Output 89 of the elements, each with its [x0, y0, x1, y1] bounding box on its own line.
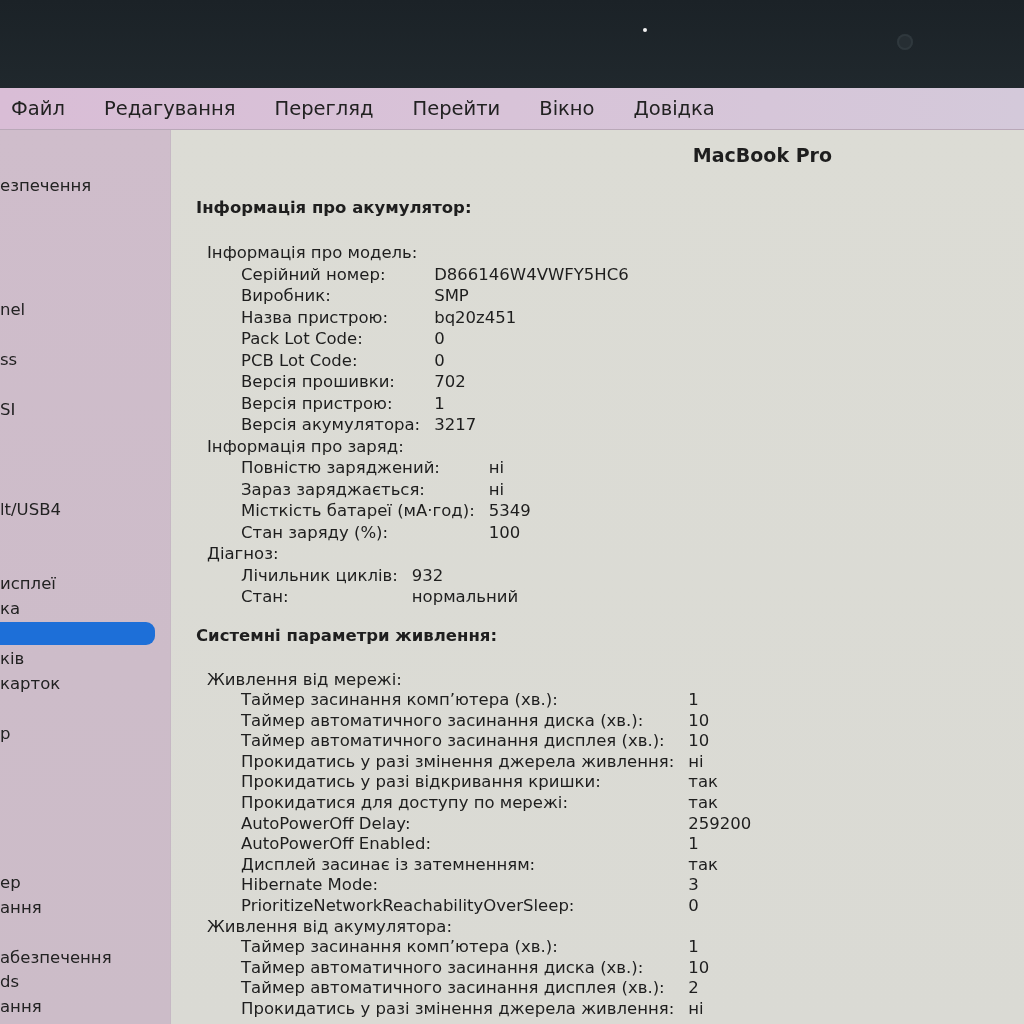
group-title: Діагноз: — [207, 544, 279, 563]
row-value: 0 — [434, 328, 445, 350]
row-value: 1 — [688, 937, 699, 958]
row-label: Стан заряду (%): — [241, 521, 389, 543]
row-label: AutoPowerOff Enabled: — [241, 834, 432, 855]
row-label: Виробник: — [241, 285, 331, 307]
section-heading: Інформація про акумулятор: — [196, 198, 472, 217]
section-heading: Системні параметри живлення: — [196, 625, 498, 645]
sidebar-item[interactable]: исплеї — [0, 572, 155, 596]
row-label: AutoPowerOff Delay: — [241, 813, 411, 835]
device-title: MacBook Pro — [692, 143, 832, 167]
row-label: Hibernate Mode: — [241, 875, 379, 897]
sidebar-item[interactable]: ків — [0, 646, 155, 670]
menu-item[interactable]: Редагування — [103, 95, 236, 122]
sidebar-item[interactable]: р — [0, 721, 155, 745]
sidebar-item[interactable]: езпечення — [0, 173, 155, 197]
row-label: Таймер автоматичного засинання дисплея (хв.): — [241, 731, 665, 752]
row-value: 932 — [411, 564, 444, 586]
sidebar-item[interactable]: ання — [0, 895, 155, 919]
row-label: Версія пристрою: — [241, 392, 393, 414]
row-label: PCB Lot Code: — [241, 349, 358, 371]
sidebar-item[interactable]: ка — [0, 597, 155, 621]
row-value: ні — [488, 457, 505, 479]
menu-item[interactable]: Файл — [11, 95, 65, 122]
row-label: Прокидатись у разі відкривання кришки: — [241, 772, 601, 794]
row-label: Таймер автоматичного засинання диска (хв.): — [241, 710, 644, 732]
row-value: 3 — [688, 875, 699, 897]
row-value: 10 — [688, 710, 710, 732]
row-value: 2 — [688, 978, 699, 999]
menu-item[interactable]: Перегляд — [274, 95, 374, 122]
sidebar-item[interactable]: ання — [0, 995, 155, 1019]
group-title: Інформація про заряд: — [207, 436, 404, 456]
sidebar-item[interactable]: ер — [0, 870, 155, 894]
row-label: Прокидатись у разі змінення джерела живлення: — [241, 751, 675, 773]
menu-item[interactable]: Довідка — [633, 95, 715, 122]
row-label: PrioritizeNetworkReachabilityOverSleep: — [241, 896, 575, 917]
row-label: Прокидатись у разі змінення джерела живлення: — [241, 999, 675, 1020]
row-value: ні — [688, 999, 704, 1020]
group-title: Живлення від мережі: — [207, 669, 402, 689]
row-label: Версія акумулятора: — [241, 414, 421, 436]
row-value: 0 — [688, 896, 699, 917]
row-label: Версія прошивки: — [241, 371, 395, 393]
row-value: так — [688, 854, 718, 876]
sidebar-item[interactable]: абезпечення — [0, 945, 155, 969]
row-label: Лічильник циклів: — [241, 564, 398, 586]
row-value: bq20z451 — [434, 306, 517, 328]
row-label: Таймер засинання комп’ютера (хв.): — [241, 937, 558, 958]
row-label: Таймер автоматичного засинання диска (хв.): — [241, 957, 644, 979]
row-value: 10 — [688, 957, 710, 979]
row-value: 10 — [688, 731, 710, 752]
row-value: 1 — [688, 834, 699, 855]
row-label: Зараз заряджається: — [241, 478, 425, 500]
row-value: так — [688, 793, 718, 814]
row-value: 702 — [434, 371, 466, 393]
sidebar-item[interactable]: ss — [0, 348, 155, 372]
row-value: 0 — [434, 349, 445, 371]
row-value: SMP — [434, 285, 469, 307]
sidebar-item[interactable]: ds — [0, 970, 155, 994]
row-label: Таймер засинання комп’ютера (хв.): — [241, 690, 558, 711]
row-label: Стан: — [241, 586, 289, 608]
row-label: Повністю заряджений: — [241, 457, 440, 479]
sidebar-item[interactable]: SI — [0, 397, 155, 421]
row-value: 5349 — [488, 500, 531, 522]
row-label: Pack Lot Code: — [241, 328, 363, 350]
row-value: 1 — [434, 392, 445, 414]
sidebar-item[interactable]: nel — [0, 298, 155, 322]
row-value: так — [688, 772, 718, 794]
row-value: ні — [688, 751, 704, 773]
row-label: Назва пристрою: — [241, 306, 389, 328]
row-label: Таймер автоматичного засинання дисплея (хв.): — [241, 978, 665, 999]
row-label: Прокидатися для доступу по мережі: — [241, 793, 568, 814]
menu-item[interactable]: Вікно — [539, 95, 595, 122]
group-title: Інформація про модель: — [207, 243, 418, 262]
row-value: ні — [488, 478, 505, 500]
row-value: 1 — [688, 690, 699, 711]
group-title: Живлення від акумулятора: — [207, 916, 452, 936]
row-value: D866146W4VWFY5HC6 — [434, 263, 629, 285]
row-label: Місткість батареї (мА·год): — [241, 500, 475, 522]
row-value: 259200 — [688, 813, 752, 835]
row-label: Дисплей засинає із затемненням: — [241, 854, 536, 876]
sidebar-item[interactable]: карток — [0, 671, 155, 695]
light-dot-icon — [643, 28, 647, 32]
row-value: 100 — [488, 521, 521, 543]
menu-item[interactable]: Перейти — [412, 95, 501, 122]
row-value: нормальний — [411, 586, 519, 608]
sidebar-item[interactable]: lt/USB4 — [0, 497, 155, 521]
row-value: 3217 — [434, 414, 477, 436]
sidebar-item[interactable] — [0, 621, 155, 645]
row-label: Серійний номер: — [241, 263, 386, 285]
